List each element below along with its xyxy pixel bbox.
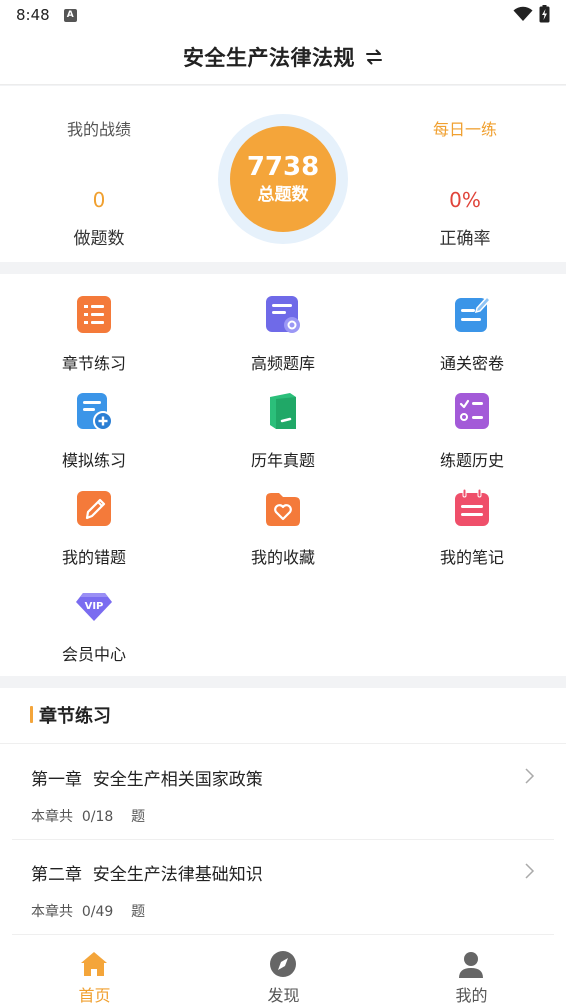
chapter-row[interactable]: 第二章 安全生产法律基础知识 本章共 0/49 题	[0, 840, 566, 935]
chapter-row[interactable]: 第一章 安全生产相关国家政策 本章共 0/18 题	[0, 745, 566, 840]
checklist-icon	[455, 393, 489, 429]
total-questions-ring: 7738 总题数	[218, 114, 348, 244]
grid-item-chapter-practice[interactable]: 章节练习	[24, 274, 164, 373]
grid-item-practice-history[interactable]: 练题历史	[402, 371, 542, 470]
app-screen: 8:48 A 安全生产法律法规 我的战绩 0 做题数 7738 总题数 每日一练…	[0, 0, 566, 1006]
grid-item-mock-practice[interactable]: 模拟练习	[24, 371, 164, 470]
status-bar: 8:48 A	[0, 0, 566, 30]
list-doc-icon	[77, 296, 111, 333]
chapter-progress: 本章共 0/18 题	[31, 809, 146, 825]
nav-discover[interactable]: 发现	[189, 936, 378, 1006]
stats-card: 我的战绩 0 做题数 7738 总题数 每日一练 0% 正确率	[0, 86, 566, 262]
grid-item-past-exams[interactable]: 历年真题	[213, 371, 353, 470]
total-questions-number: 7738	[246, 152, 320, 182]
total-questions-circle: 7738 总题数	[230, 126, 336, 232]
accuracy-value: 0%	[449, 188, 481, 212]
battery-icon	[539, 5, 550, 23]
feature-grid: 章节练习 高频题库 通关密卷 模拟练习 历年真题 练题历史 我的错题 我的收藏 …	[0, 274, 566, 676]
chapter-name: 第一章 安全生产相关国家政策	[31, 770, 263, 790]
nav-home[interactable]: 首页	[0, 936, 189, 1006]
nav-mine-label: 我的	[455, 986, 488, 1005]
switch-arrows-icon[interactable]	[365, 48, 383, 66]
nav-mine[interactable]: 我的	[377, 936, 566, 1006]
doc-edit-icon	[455, 295, 491, 332]
a-icon: A	[63, 8, 77, 22]
nav-discover-label: 发现	[267, 986, 300, 1005]
grid-item-wrong-questions[interactable]: 我的错题	[24, 468, 164, 567]
section-accent-bar	[30, 706, 33, 723]
chapter-name: 第二章 安全生产法律基础知识	[31, 865, 263, 885]
home-icon	[81, 952, 107, 976]
notebook-icon	[455, 488, 489, 526]
section-title: 章节练习	[39, 706, 111, 727]
folder-heart-icon	[266, 493, 300, 526]
my-record-label: 我的战绩	[66, 120, 131, 139]
chevron-right-icon	[525, 768, 535, 784]
app-header: 安全生产法律法规	[0, 30, 566, 85]
total-questions-label: 总题数	[257, 185, 309, 205]
doc-settings-icon	[266, 296, 300, 333]
done-count-value: 0	[92, 188, 106, 212]
divider	[12, 934, 554, 935]
chapter-section: 章节练习 第一章 安全生产相关国家政策 本章共 0/18 题 第二章 安全生产法…	[0, 688, 566, 936]
person-icon	[459, 952, 483, 978]
book-icon	[270, 393, 296, 429]
nav-home-label: 首页	[78, 986, 111, 1005]
grid-item-high-frequency[interactable]: 高频题库	[213, 274, 353, 373]
page-title: 安全生产法律法规	[183, 46, 355, 70]
status-icons	[513, 5, 550, 23]
grid-item-vip-center[interactable]: VIP 会员中心	[24, 565, 164, 664]
vip-icon: VIP	[76, 593, 112, 621]
chevron-right-icon	[525, 863, 535, 879]
grid-item-label: 会员中心	[61, 645, 126, 664]
grid-item-favorites[interactable]: 我的收藏	[213, 468, 353, 567]
compass-icon	[270, 951, 296, 977]
pencil-icon	[77, 491, 111, 526]
status-time: 8:48	[16, 6, 50, 24]
grid-item-notes[interactable]: 我的笔记	[402, 468, 542, 567]
grid-item-label: 我的笔记	[439, 548, 504, 567]
wifi-icon	[513, 6, 533, 21]
grid-item-pass-exam[interactable]: 通关密卷	[402, 274, 542, 373]
accuracy-label: 正确率	[439, 229, 491, 249]
section-header: 章节练习	[0, 688, 566, 744]
doc-plus-icon	[77, 393, 113, 431]
chapter-progress: 本章共 0/49 题	[31, 904, 146, 920]
svg-text:VIP: VIP	[85, 601, 104, 612]
grid-item-label: 我的收藏	[250, 548, 315, 567]
daily-practice-link[interactable]: 每日一练	[395, 116, 535, 140]
done-count-label: 做题数	[73, 229, 125, 249]
bottom-nav: 首页 发现 我的	[0, 936, 566, 1006]
